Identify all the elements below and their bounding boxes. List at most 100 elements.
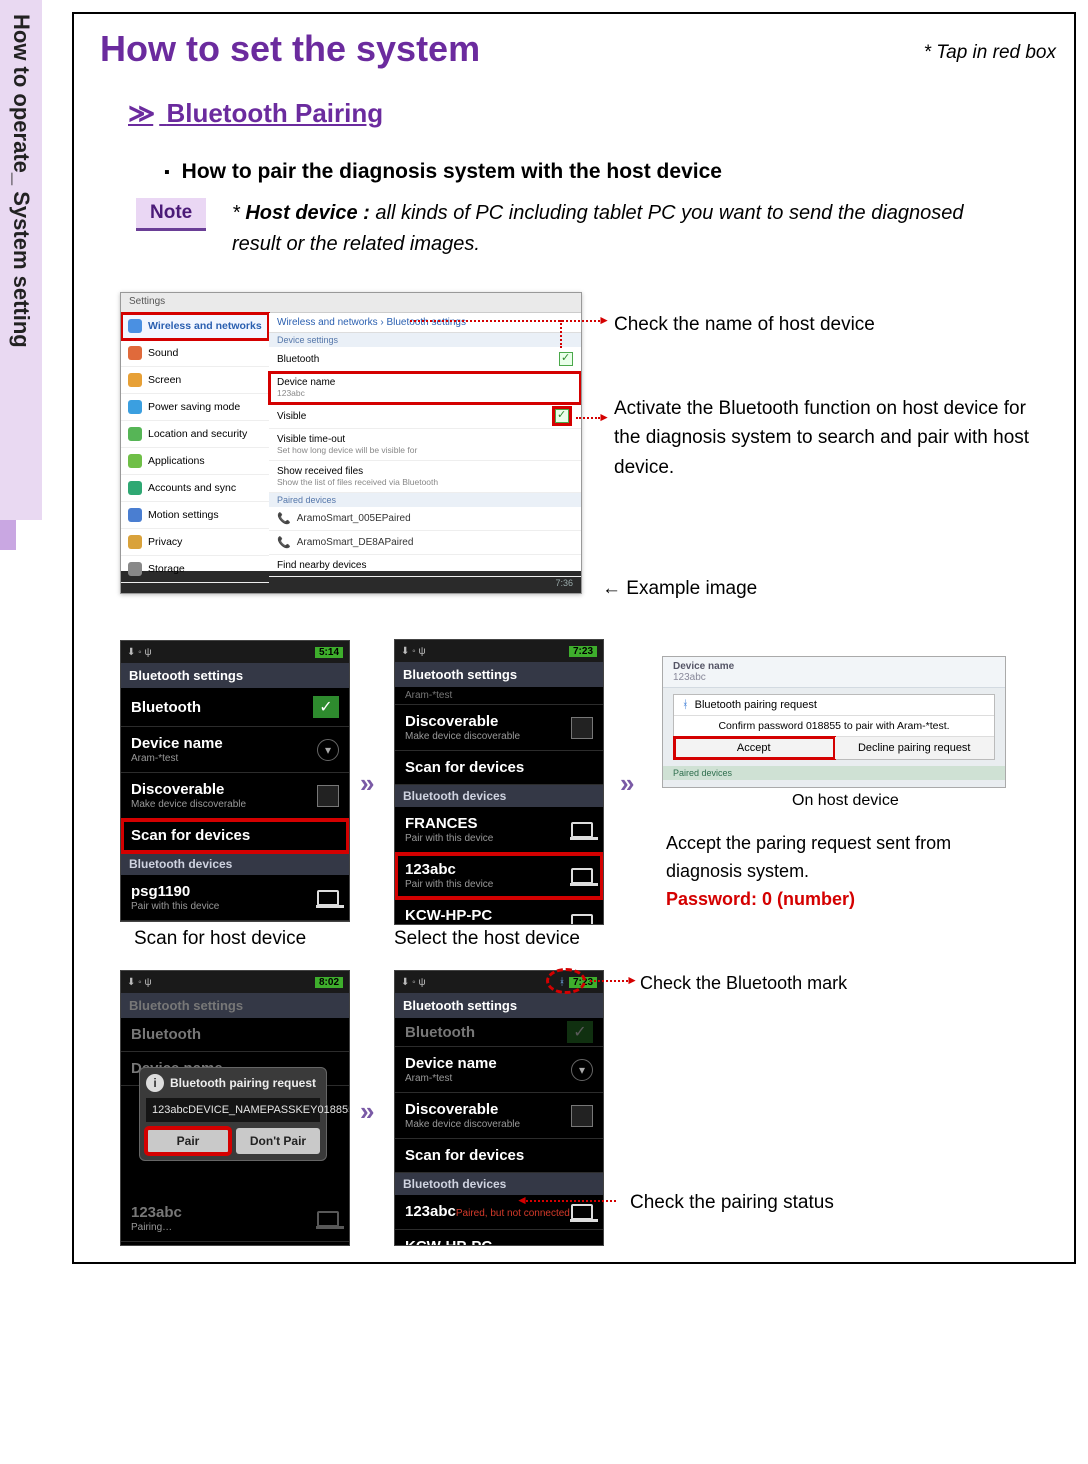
tablet-paired-1[interactable]: 📞 AramoSmart_005EPaired: [269, 507, 581, 531]
label: AramoSmart_005E: [297, 513, 382, 524]
tablet-row-find[interactable]: Find nearby devices: [269, 555, 581, 577]
sublabel: 123abc: [277, 388, 335, 398]
tablet-section-devset: Device settings: [269, 333, 581, 347]
accept-text: Accept the paring request sent from diag…: [666, 830, 1026, 914]
label: FRANCES: [405, 815, 478, 832]
sublabel: Make device discoverable: [405, 1119, 520, 1130]
nav-icon: [128, 400, 142, 414]
callout-line: [576, 417, 600, 419]
checkbox-off-icon[interactable]: [571, 1105, 593, 1127]
tablet-nav-item[interactable]: Privacy: [121, 529, 269, 556]
checkbox-on-redbox-icon[interactable]: [555, 409, 569, 423]
row-device-frances[interactable]: FRANCESPair with this device: [395, 807, 603, 853]
checkbox-on-icon[interactable]: [559, 352, 573, 366]
callout-btmark: Check the Bluetooth mark: [640, 970, 847, 998]
row-devicename[interactable]: Device nameAram-*test▾: [395, 1047, 603, 1093]
nav-label: Sound: [148, 347, 178, 359]
label: Show received files: [277, 466, 363, 477]
decline-button[interactable]: Decline pairing request: [835, 737, 995, 759]
row-discoverable[interactable]: DiscoverableMake device discoverable: [121, 773, 349, 819]
laptop-icon: [317, 1211, 339, 1227]
row-scan[interactable]: Scan for devices: [395, 1139, 603, 1173]
phone-icon: 📞: [277, 512, 291, 525]
row-device-kcw[interactable]: KCW-HP-PCPair with this device: [395, 899, 603, 925]
row-device-psg[interactable]: psg1190Pair with this device: [121, 875, 349, 921]
phone-select: ⬇ ◦ ψ7:23 Bluetooth settings Aram-*test …: [394, 639, 604, 925]
nav-label: Storage: [148, 563, 185, 575]
nav-icon: [128, 319, 142, 333]
tablet-row-devicename[interactable]: Device name123abc: [269, 372, 581, 404]
row-section-devices: Bluetooth devices: [395, 785, 603, 807]
row-discoverable[interactable]: DiscoverableMake device discoverable: [395, 1093, 603, 1139]
tablet-nav-item[interactable]: Applications: [121, 448, 269, 475]
tablet-nav-item[interactable]: Motion settings: [121, 502, 269, 529]
label: Discoverable: [131, 781, 224, 798]
tablet-row-show-received[interactable]: Show received filesShow the list of file…: [269, 461, 581, 493]
tablet-row-visible-timeout[interactable]: Visible time-outSet how long device will…: [269, 429, 581, 461]
laptop-icon: [571, 868, 593, 884]
dropdown-icon[interactable]: ▾: [317, 739, 339, 761]
checkbox-on-icon[interactable]: [313, 696, 339, 718]
tablet-nav-item[interactable]: Storage: [121, 556, 269, 583]
nav-icon: [128, 454, 142, 468]
checkbox-on-icon: [567, 1021, 593, 1043]
tablet-nav-item[interactable]: Sound: [121, 340, 269, 367]
phone-statusbar: ⬇ ◦ ψ7:23: [395, 640, 603, 662]
battery-time: 8:02: [315, 977, 343, 988]
tablet-nav-item[interactable]: Screen: [121, 367, 269, 394]
nav-label: Screen: [148, 374, 181, 386]
row-devicename[interactable]: Device nameAram-*test▾: [121, 727, 349, 773]
dropdown-icon[interactable]: ▾: [571, 1059, 593, 1081]
label: 123abc: [131, 1204, 182, 1221]
caption-scan: Scan for host device: [134, 928, 306, 950]
phone-statusbar: ⬇ ◦ ψ8:02: [121, 971, 349, 993]
battery-time: 7:23: [569, 646, 597, 657]
sublabel: Pair with this device: [131, 901, 219, 912]
arrow-icon: »: [360, 768, 374, 799]
tablet-row-bluetooth[interactable]: Bluetooth: [269, 347, 581, 372]
accept-password: Password: 0 (number): [666, 889, 855, 909]
tablet-nav-item[interactable]: Accounts and sync: [121, 475, 269, 502]
subtitle-text: Bluetooth Pairing: [166, 98, 383, 128]
nav-icon: [128, 427, 142, 441]
row-top: Aram-*test: [395, 687, 603, 705]
status-icons: ⬇ ◦ ψ: [127, 647, 152, 658]
nav-icon: [128, 373, 142, 387]
label: 123abc: [405, 861, 456, 878]
tablet-row-visible[interactable]: Visible: [269, 404, 581, 429]
row-kcw[interactable]: KCW-HP-PCPair with this device: [395, 1230, 603, 1246]
label: Visible time-out: [277, 434, 345, 445]
nav-icon: [128, 535, 142, 549]
row-kcw[interactable]: KCW-HP-PC: [121, 1242, 349, 1246]
dont-pair-button[interactable]: Don't Pair: [236, 1128, 320, 1154]
nav-label: Location and security: [148, 428, 247, 440]
row-scan[interactable]: Scan for devices: [395, 751, 603, 785]
label: Device name: [673, 661, 734, 672]
pair-button[interactable]: Pair: [146, 1128, 230, 1154]
note-text: * Host device : all kinds of PC includin…: [232, 198, 992, 260]
row-discoverable[interactable]: DiscoverableMake device discoverable: [395, 705, 603, 751]
label: Discoverable: [405, 1101, 498, 1118]
tablet-settings-screenshot: Settings Wireless and networksSoundScree…: [120, 292, 582, 594]
sublabel: Paired: [382, 513, 411, 524]
laptop-icon: [571, 914, 593, 926]
label: Discoverable: [405, 713, 498, 730]
battery-time: 5:14: [315, 647, 343, 658]
row-bluetooth[interactable]: Bluetooth: [121, 688, 349, 727]
callout-activate-bt: Activate the Bluetooth function on host …: [614, 394, 1034, 482]
label: KCW-HP-PC: [405, 1238, 492, 1246]
tablet-nav-item[interactable]: Wireless and networks: [121, 313, 269, 340]
phone-scan: ⬇ ◦ ψ5:14 Bluetooth settings Bluetooth D…: [120, 640, 350, 922]
host-paired-strip: Paired devices: [663, 766, 1005, 780]
status-icons: ⬇ ◦ ψ: [401, 977, 426, 988]
phone-header: Bluetooth settings: [121, 993, 349, 1018]
tablet-nav-item[interactable]: Location and security: [121, 421, 269, 448]
row-device-123abc[interactable]: 123abcPair with this device: [395, 853, 603, 899]
accept-button[interactable]: Accept: [674, 737, 835, 759]
checkbox-off-icon[interactable]: [317, 785, 339, 807]
row-scan-for-devices[interactable]: Scan for devices: [121, 819, 349, 853]
tablet-nav-item[interactable]: Power saving mode: [121, 394, 269, 421]
checkbox-off-icon[interactable]: [571, 717, 593, 739]
tablet-paired-2[interactable]: 📞AramoSmart_DE8APaired: [269, 531, 581, 555]
callout-pairstatus: Check the pairing status: [630, 1188, 834, 1217]
